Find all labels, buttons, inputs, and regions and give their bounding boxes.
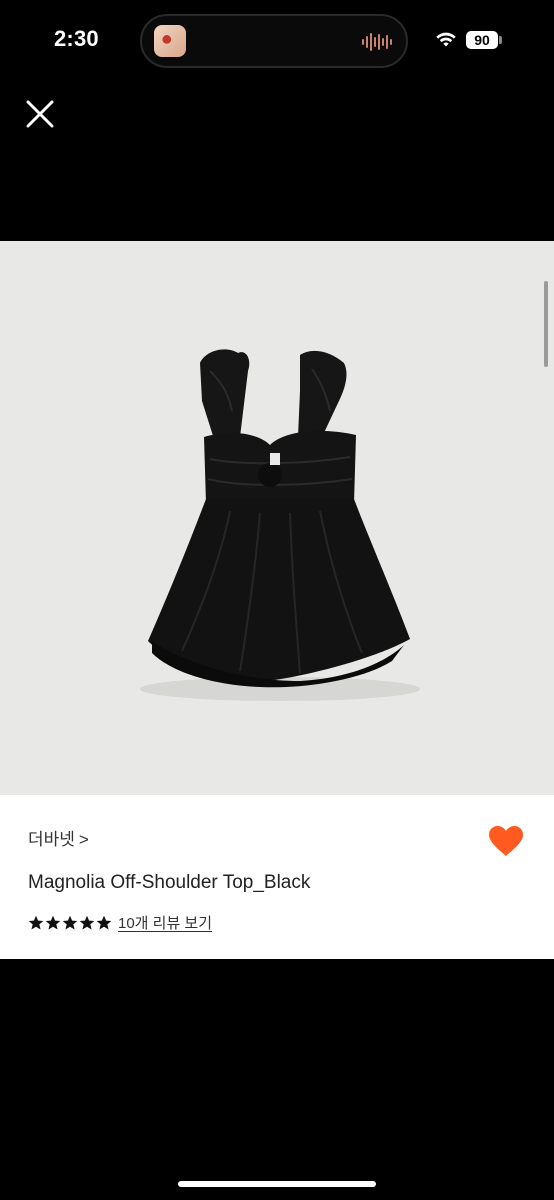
rating-row: 10개 리뷰 보기 [28, 912, 212, 933]
brand-link[interactable]: 더바넷 > [28, 825, 89, 850]
audio-wave-icon [362, 33, 392, 51]
scroll-indicator[interactable] [544, 281, 548, 367]
battery-icon: 90 [466, 31, 498, 49]
dynamic-island[interactable] [140, 14, 408, 68]
brand-name: 더바넷 [28, 830, 75, 849]
review-link[interactable]: 10개 리뷰 보기 [118, 912, 212, 933]
home-indicator[interactable] [178, 1181, 376, 1187]
product-info-card: 더바넷 > Magnolia Off-Shoulder Top_Black 10개… [0, 795, 554, 959]
star-icon [28, 915, 44, 929]
product-image[interactable] [0, 241, 554, 795]
status-time: 2:30 [54, 26, 99, 51]
rating-stars [28, 915, 112, 931]
battery-tip [499, 36, 502, 44]
product-title: Magnolia Off-Shoulder Top_Black [28, 872, 311, 893]
close-icon[interactable] [22, 96, 58, 132]
star-icon [79, 915, 95, 929]
star-icon [96, 915, 112, 929]
star-icon [45, 915, 61, 929]
heart-icon[interactable] [488, 825, 524, 857]
now-playing-thumbnail [154, 25, 186, 57]
product-photo-black-top [140, 349, 420, 701]
wifi-icon [436, 32, 456, 47]
chevron-right-icon: > [78, 830, 89, 849]
star-icon [62, 915, 78, 929]
